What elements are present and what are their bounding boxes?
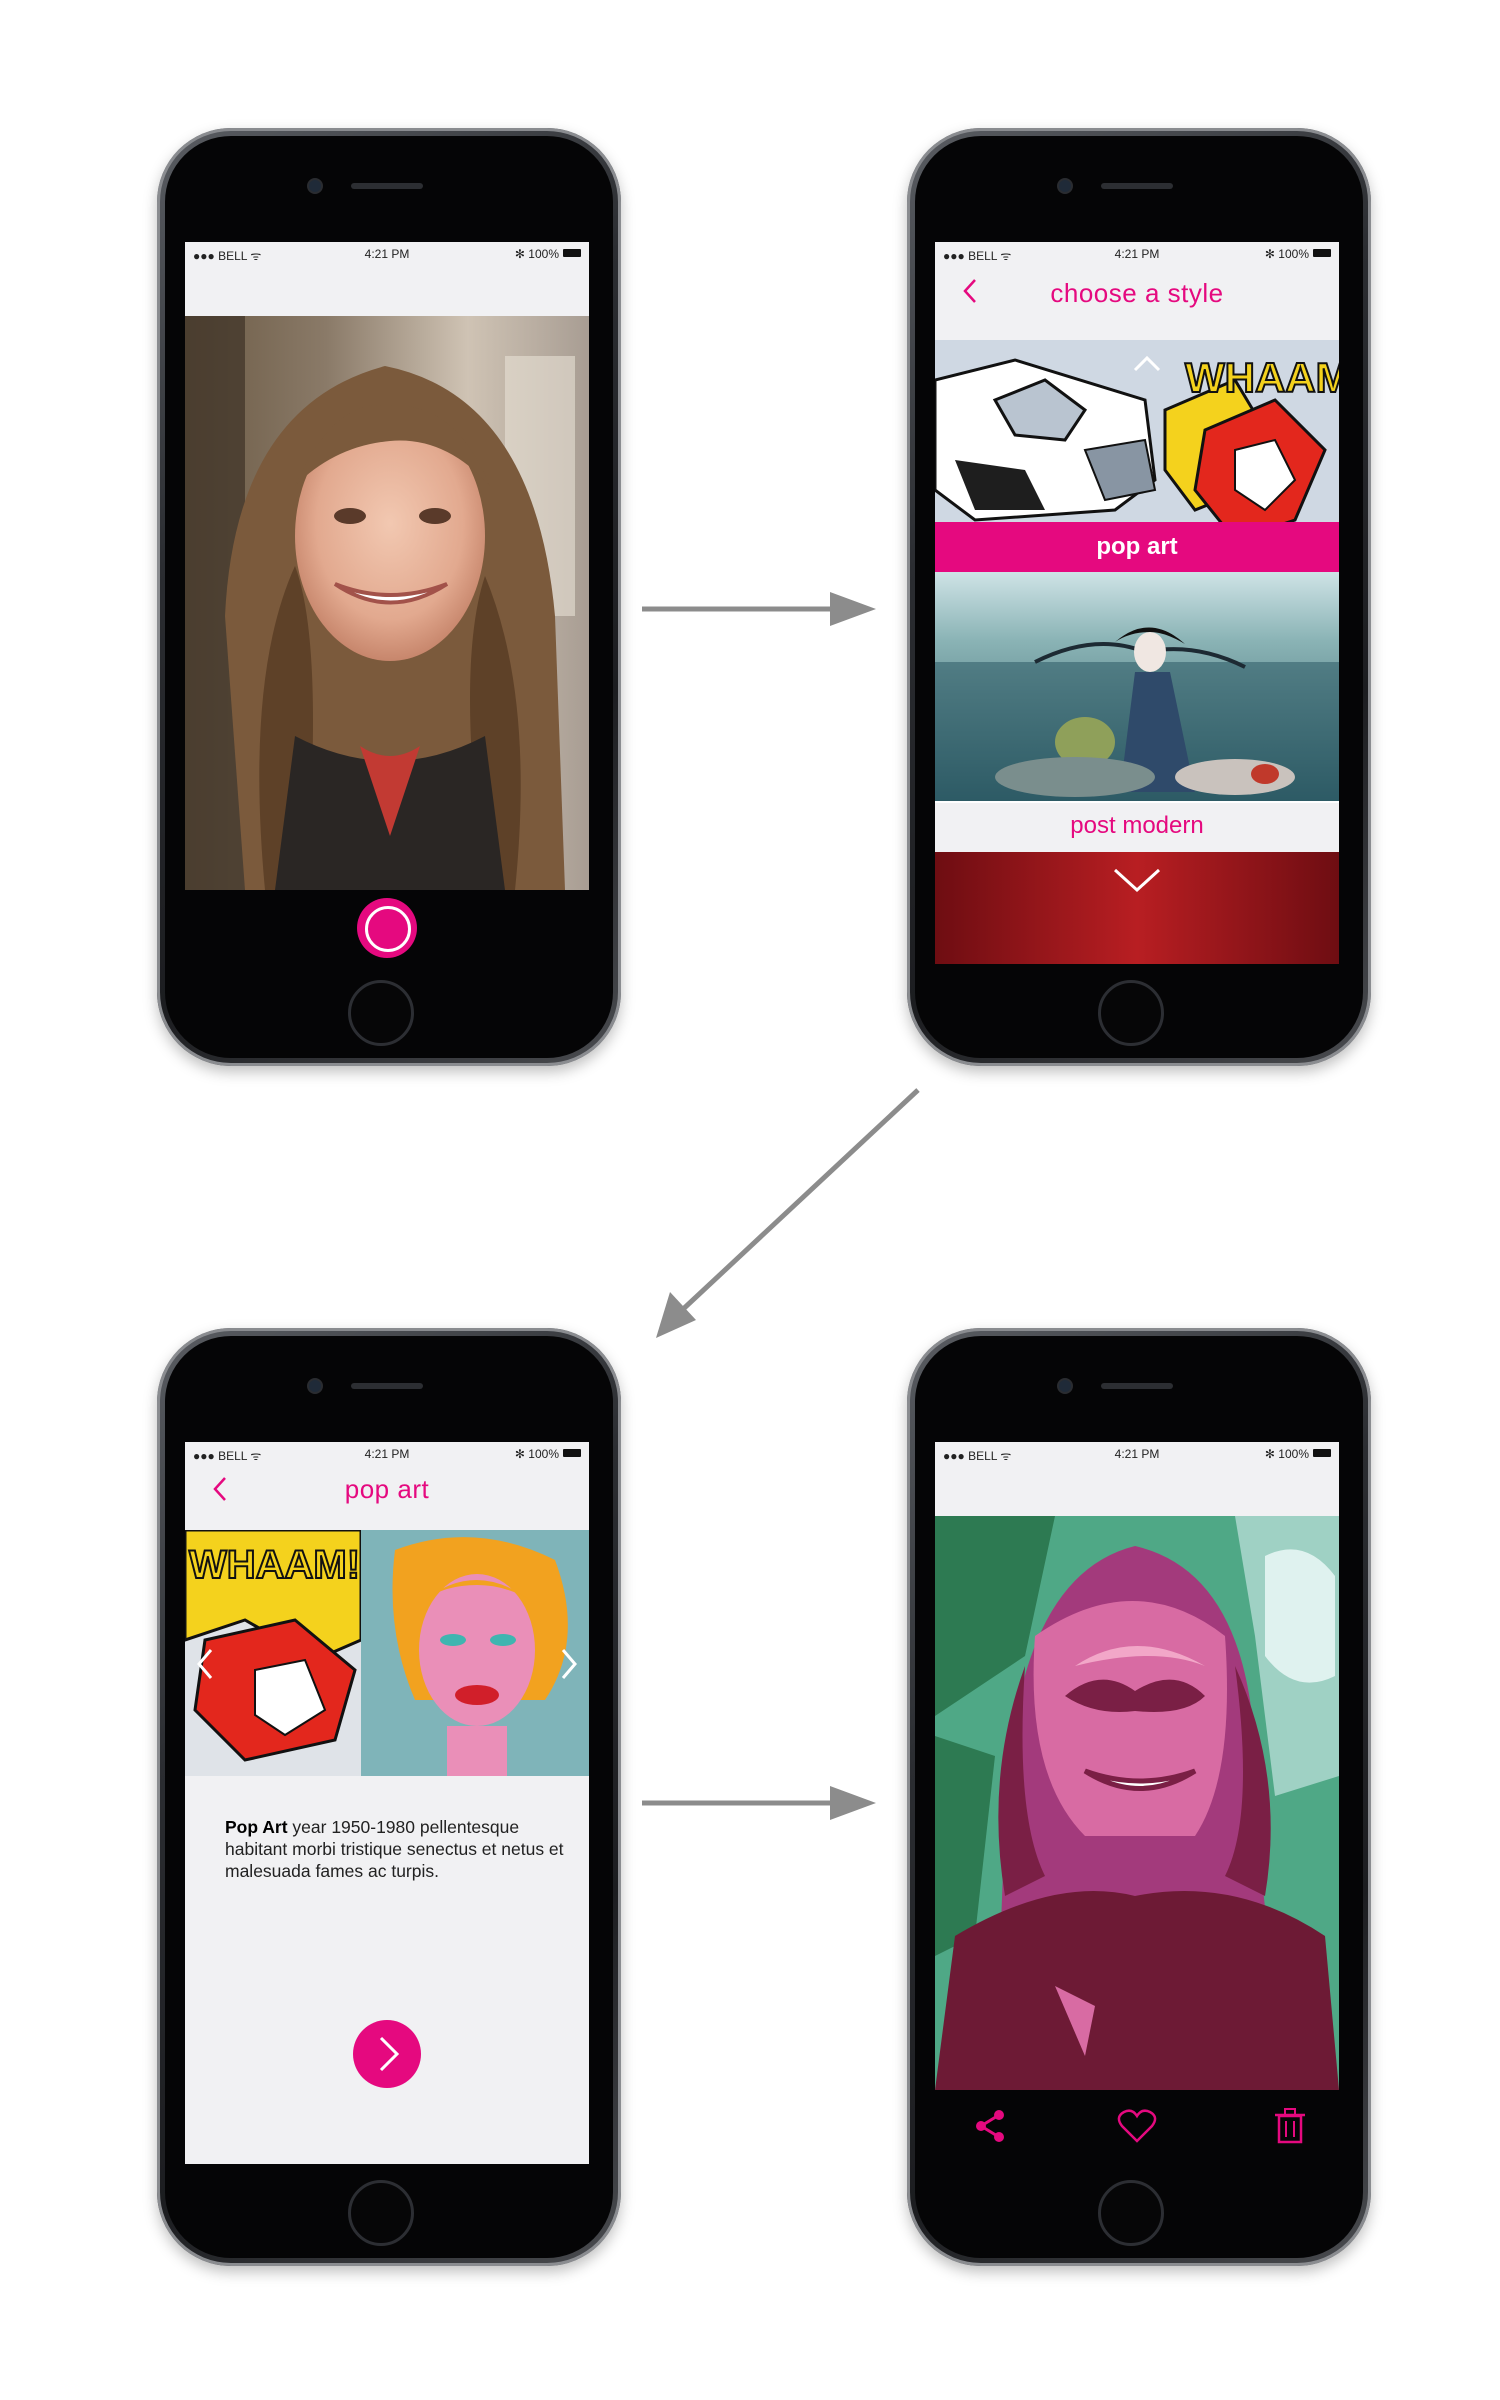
earpiece-speaker <box>1101 1383 1173 1389</box>
style-label: post modern <box>1070 812 1204 839</box>
action-bar <box>935 2090 1339 2164</box>
phone-result: ●●● BELL ᯤ 4:21 PM ✻ 100% <box>907 1328 1371 2266</box>
earpiece-speaker <box>351 1383 423 1389</box>
status-bar: ●●● BELL ᯤ 4:21 PM ✻ 100% <box>185 1442 589 1466</box>
phone-style-detail: ●●● BELL ᯤ 4:21 PM ✻ 100% pop art WHAAM! <box>157 1328 621 2266</box>
status-bar: ●●● BELL ᯤ 4:21 PM ✻ 100% <box>935 242 1339 266</box>
post-modern-image <box>935 572 1339 852</box>
heart-icon[interactable] <box>1117 2108 1157 2144</box>
style-screen: ●●● BELL ᯤ 4:21 PM ✻ 100% choose a style… <box>935 242 1339 964</box>
detail-screen: ●●● BELL ᯤ 4:21 PM ✻ 100% pop art WHAAM! <box>185 1442 589 2164</box>
camera-screen: ●●● BELL ᯤ 4:21 PM ✻ 100% <box>185 242 589 964</box>
shutter-button[interactable] <box>357 898 417 958</box>
style-label-bar: pop art <box>935 522 1339 572</box>
next-style-peek[interactable] <box>935 852 1339 964</box>
nav-bar: pop art <box>185 1466 589 1510</box>
battery-icon <box>563 1449 581 1457</box>
flow-arrow-right-top <box>642 592 876 626</box>
stylized-photo <box>935 1516 1339 2090</box>
phone-camera: ●●● BELL ᯤ 4:21 PM ✻ 100% <box>157 128 621 1066</box>
chevron-down-icon[interactable] <box>935 852 1339 912</box>
carousel-images: WHAAM! <box>185 1530 589 1776</box>
front-camera <box>309 1380 321 1392</box>
pop-art-portrait <box>935 1516 1339 2090</box>
front-camera <box>309 180 321 192</box>
svg-text:WHAAM!: WHAAM! <box>1185 354 1339 401</box>
earpiece-speaker <box>351 183 423 189</box>
style-label: pop art <box>1096 533 1178 560</box>
style-description: Pop Art year 1950-1980 pellentesque habi… <box>225 1817 564 1881</box>
status-bar: ●●● BELL ᯤ 4:21 PM ✻ 100% <box>935 1442 1339 1466</box>
page-title: choose a style <box>1050 278 1224 308</box>
phone-choose-style: ●●● BELL ᯤ 4:21 PM ✻ 100% choose a style… <box>907 128 1371 1066</box>
camera-preview <box>185 316 589 890</box>
shutter-ring <box>365 906 411 952</box>
page-title: pop art <box>344 1474 430 1504</box>
artwork-carousel[interactable]: WHAAM! <box>185 1530 589 1776</box>
share-icon[interactable] <box>973 2108 1009 2144</box>
home-button[interactable] <box>1098 980 1164 1046</box>
trash-icon[interactable] <box>1275 2108 1305 2144</box>
front-camera <box>1059 1380 1071 1392</box>
svg-text:WHAAM!: WHAAM! <box>189 1543 360 1587</box>
chevron-right-icon <box>379 2036 400 2072</box>
style-tile-pop-art[interactable]: WHAAM! pop art <box>935 340 1339 572</box>
home-button[interactable] <box>348 2180 414 2246</box>
nav-bar: choose a style <box>935 266 1339 316</box>
battery-icon <box>1313 1449 1331 1457</box>
home-button[interactable] <box>1098 2180 1164 2246</box>
battery-icon <box>1313 249 1331 257</box>
style-tile-post-modern[interactable]: post modern <box>935 572 1339 852</box>
shutter-bar <box>185 890 589 964</box>
status-bar: ●●● BELL ᯤ 4:21 PM ✻ 100% <box>185 242 589 266</box>
result-screen: ●●● BELL ᯤ 4:21 PM ✻ 100% <box>935 1442 1339 2164</box>
front-camera <box>1059 180 1071 192</box>
flow-arrow-right-bottom <box>642 1786 876 1820</box>
flow-arrow-diagonal <box>656 1088 920 1338</box>
selfie-photo <box>185 316 589 890</box>
home-button[interactable] <box>348 980 414 1046</box>
battery-icon <box>563 249 581 257</box>
earpiece-speaker <box>1101 183 1173 189</box>
next-button[interactable] <box>353 2020 421 2088</box>
